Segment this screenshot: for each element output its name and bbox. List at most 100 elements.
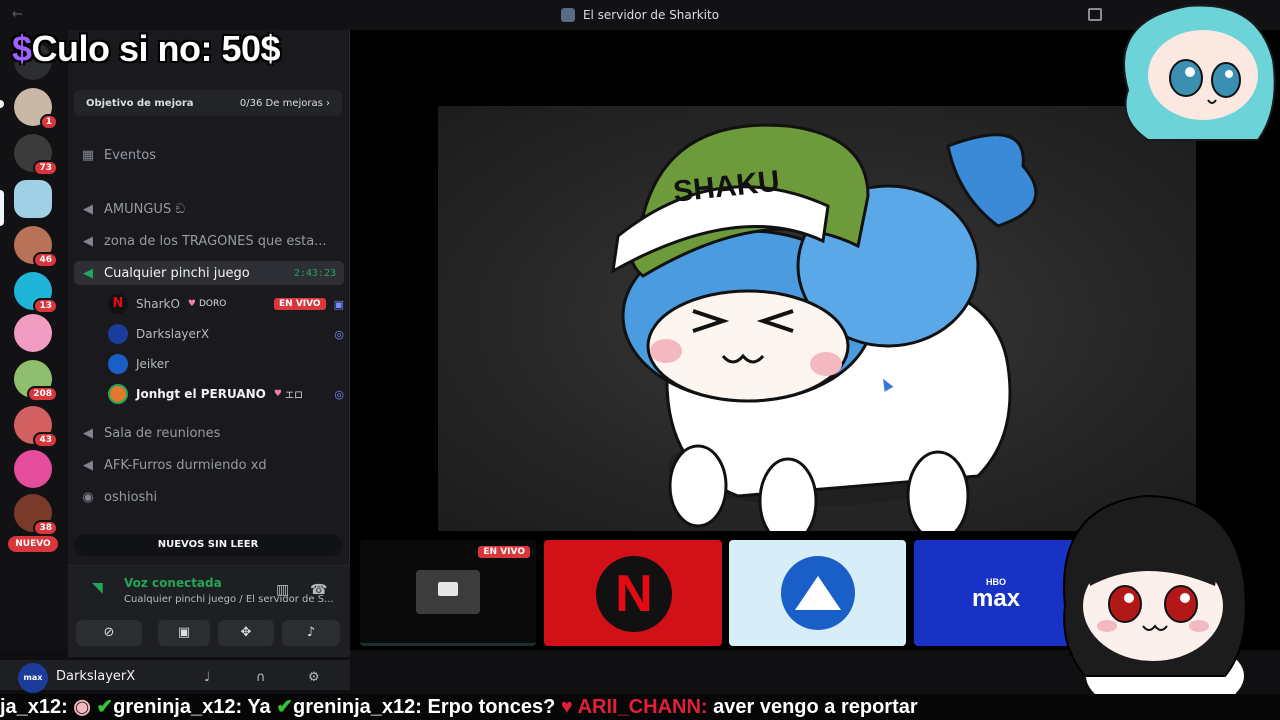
overlay-text: Culo si no: 50$ <box>31 28 281 69</box>
heart-icon: ♥ <box>560 696 578 718</box>
anime-girl-sticker-top <box>1123 4 1276 141</box>
mention-badge: 1 <box>39 114 58 130</box>
voice-channel-reuniones[interactable]: ◀ Sala de reuniones <box>80 421 344 445</box>
channel-label: Eventos <box>104 147 156 163</box>
voice-status[interactable]: Voz conectada <box>124 576 222 590</box>
noise-suppression-icon[interactable]: ▥ <box>276 582 289 598</box>
channel-label: AFK-Furros durmiendo xd <box>104 457 267 473</box>
signal-icon: ◥ <box>92 580 103 596</box>
shark-cat-sticker-image: SHAKU <box>611 123 1038 545</box>
mention-badge: 43 <box>33 432 58 448</box>
settings-gear-icon[interactable]: ⚙ <box>308 670 320 685</box>
mention-badge: 73 <box>33 160 58 176</box>
monitor-icon <box>416 570 480 614</box>
speaker-icon: ◀ <box>83 233 93 249</box>
server-icon-2[interactable]: 73 <box>14 134 58 176</box>
soundboard-button[interactable]: ♪ <box>282 620 340 646</box>
server-icon-6[interactable]: 208 <box>14 360 58 402</box>
netflix-logo-icon: N <box>596 556 672 632</box>
camera-off-button[interactable]: ⊘ <box>76 620 142 646</box>
new-unreads-badge[interactable]: NUEVO <box>8 536 58 552</box>
mention-badge: 13 <box>33 298 58 314</box>
speaker-icon: ◀ <box>83 457 93 473</box>
server-icon-1[interactable]: 1 <box>14 88 58 130</box>
microphone-icon[interactable]: ♩ <box>204 670 210 685</box>
channel-timer: 2:43:23 <box>293 267 336 279</box>
voice-channel-oshioshi[interactable]: ◉ oshioshi <box>80 485 344 509</box>
voice-user-name: Jeiker <box>136 357 170 371</box>
screen-share-icon: ▣ <box>333 297 344 311</box>
emote-icon: ◉ <box>73 696 97 718</box>
new-unread-button[interactable]: NUEVOS SIN LEER <box>74 534 342 556</box>
title-bar: ← El servidor de Sharkito <box>0 0 1280 30</box>
dollar-icon: $ <box>12 28 32 69</box>
mention-badge: 46 <box>33 252 58 268</box>
inbox-icon[interactable] <box>1088 8 1102 21</box>
voice-user[interactable]: Jonhgt el PERUANO ♥ エロ ◎ <box>108 382 344 406</box>
voice-user-name: Jonhgt el PERUANO <box>136 387 266 401</box>
voice-channel-afk[interactable]: ◀ AFK-Furros durmiendo xd <box>80 453 344 477</box>
check-icon: ✔ <box>276 696 293 718</box>
server-icon-5[interactable] <box>14 314 52 352</box>
anime-girl-sticker-bottom <box>1063 494 1247 717</box>
netflix-tile[interactable]: N <box>544 540 722 646</box>
paramount-logo-icon <box>781 556 855 630</box>
check-icon: ✔ <box>96 696 114 718</box>
avatar <box>108 324 128 344</box>
user-tag: ♥ エロ <box>273 389 303 401</box>
server-icon-8[interactable] <box>14 450 52 488</box>
stage-icon: ◉ <box>82 489 94 505</box>
speaker-icon: ◀ <box>83 265 93 281</box>
chat-segment: aver vengo a reportar <box>707 696 918 718</box>
voice-channel-amungus[interactable]: ◀ AMUNGUS ඞ <box>80 197 344 221</box>
chat-username: ARII_CHANN: <box>577 696 708 718</box>
headphones-icon[interactable]: ∩ <box>256 670 266 685</box>
calendar-icon: ▦ <box>81 147 95 163</box>
voice-channel-tragones[interactable]: ◀ zona de los TRAGONES que esta... <box>80 229 344 253</box>
voice-channel-path[interactable]: Cualquier pinchi juego / El servidor de … <box>124 594 334 605</box>
stream-overlay-title: $Culo si no: 50$ <box>12 28 281 70</box>
voice-channel-cualquier[interactable]: ◀ Cualquier pinchi juego 2:43:23 <box>74 261 344 285</box>
voice-user[interactable]: Jeiker <box>108 352 344 376</box>
avatar[interactable]: max <box>18 663 48 693</box>
stream-chat-ticker: ja_x12: ◉ ✔greninja_x12: Ya ✔greninja_x1… <box>0 694 1280 720</box>
boost-goal-bar[interactable]: Objetivo de mejora 0/36 De mejoras › <box>74 90 342 116</box>
gamepad-icon: ◎ <box>334 387 344 401</box>
back-arrow-icon[interactable]: ← <box>12 7 23 22</box>
voice-user-name: SharkO <box>136 297 180 311</box>
channel-label: AMUNGUS ඞ <box>104 201 185 217</box>
voice-connected-panel: ◥ Voz conectada Cualquier pinchi juego /… <box>68 565 350 657</box>
stream-video[interactable]: SHAKU <box>438 106 1196 545</box>
channel-sidebar: Objetivo de mejora 0/36 De mejoras › ▦ E… <box>68 30 350 650</box>
server-icon-9[interactable]: 38 <box>14 494 58 536</box>
username[interactable]: DarkslayerX <box>56 669 135 684</box>
chat-segment: ja_x12: <box>0 696 74 718</box>
user-panel: max DarkslayerX ♩ ∩ ⚙ <box>0 660 350 693</box>
server-icon <box>560 8 575 22</box>
screen-share-button[interactable]: ▣ <box>158 620 210 646</box>
server-icon-4[interactable]: 13 <box>14 272 58 314</box>
voice-user[interactable]: DarkslayerX ◎ <box>108 322 344 346</box>
channel-label: oshioshi <box>104 489 158 505</box>
server-icon-sharkito[interactable] <box>14 180 52 218</box>
paramount-tile[interactable] <box>729 540 906 646</box>
speaker-icon: ◀ <box>83 425 93 441</box>
channel-events[interactable]: ▦ Eventos <box>80 143 344 167</box>
boost-goal-label: Objetivo de mejora <box>86 97 194 109</box>
live-badge: EN VIVO <box>274 298 326 310</box>
mention-badge: 208 <box>27 386 58 402</box>
hbo-max-logo: HBO max <box>972 578 1020 611</box>
max-text: max <box>972 585 1021 612</box>
channel-label: zona de los TRAGONES que esta... <box>104 233 327 249</box>
server-icon-3[interactable]: 46 <box>14 226 58 268</box>
server-icon-7[interactable]: 43 <box>14 406 58 448</box>
disconnect-icon[interactable]: ☎ <box>310 582 327 598</box>
screen-share-tile[interactable]: EN VIVO <box>360 540 536 646</box>
avatar <box>108 354 128 374</box>
activities-button[interactable]: ✥ <box>218 620 274 646</box>
voice-user-name: DarkslayerX <box>136 327 210 341</box>
window-title: El servidor de Sharkito <box>560 8 720 22</box>
voice-user[interactable]: N SharkO ♥ DORO EN VIVO ▣ <box>108 292 344 316</box>
window-title-text: El servidor de Sharkito <box>582 8 720 22</box>
boost-goal-count: 0/36 De mejoras › <box>239 97 330 109</box>
